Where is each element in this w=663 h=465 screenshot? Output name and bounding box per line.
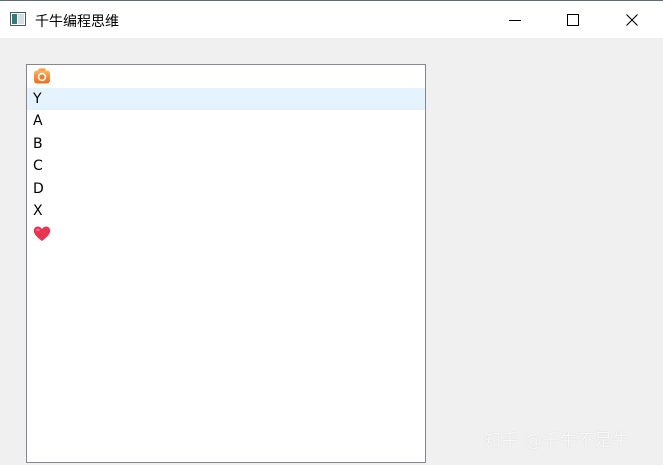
title-bar: 千牛编程思维 bbox=[0, 0, 663, 38]
minimize-icon bbox=[509, 19, 521, 21]
list-item[interactable]: Y bbox=[27, 87, 425, 110]
list-item[interactable]: B bbox=[27, 133, 425, 156]
app-window-icon bbox=[10, 12, 26, 26]
list-item-label: A bbox=[33, 113, 43, 129]
maximize-button[interactable] bbox=[544, 1, 602, 38]
maximize-icon bbox=[567, 13, 579, 26]
heart-emoji-icon bbox=[33, 226, 51, 241]
list-item[interactable]: X bbox=[27, 200, 425, 223]
list-item[interactable]: C bbox=[27, 155, 425, 178]
list-item-label: X bbox=[33, 203, 43, 219]
minimize-button[interactable] bbox=[486, 1, 544, 38]
camera-emoji-icon bbox=[34, 68, 50, 84]
list-widget[interactable]: Y A B C D X bbox=[26, 64, 426, 463]
list-item[interactable] bbox=[27, 223, 425, 246]
close-button[interactable] bbox=[603, 1, 661, 38]
list-item-label: D bbox=[33, 180, 44, 197]
list-item[interactable] bbox=[27, 65, 425, 88]
list-item-label: C bbox=[33, 158, 43, 174]
close-icon bbox=[626, 13, 638, 26]
list-item-label: B bbox=[33, 135, 43, 152]
list-item[interactable]: D bbox=[27, 178, 425, 201]
list-item-label: Y bbox=[33, 90, 42, 107]
watermark: 知乎 @千牛不是牛 bbox=[484, 431, 630, 451]
window-title: 千牛编程思维 bbox=[35, 14, 119, 30]
list-item[interactable]: A bbox=[27, 110, 425, 133]
